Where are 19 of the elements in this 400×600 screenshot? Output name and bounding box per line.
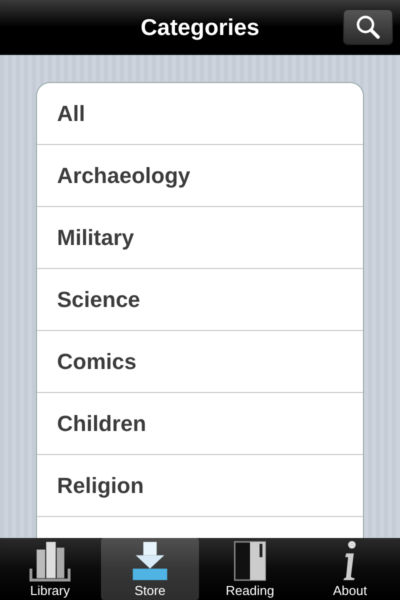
category-item[interactable]: Military	[37, 207, 363, 269]
category-item[interactable]: Science	[37, 269, 363, 331]
category-item[interactable]: Children	[37, 393, 363, 455]
search-button[interactable]	[343, 9, 393, 45]
tab-label: Store	[134, 583, 166, 598]
tab-label: About	[333, 583, 367, 598]
category-item[interactable]: Religion	[37, 455, 363, 517]
search-icon	[355, 14, 381, 40]
category-item[interactable]: Comics	[37, 331, 363, 393]
category-item[interactable]: All	[37, 83, 363, 145]
tab[interactable]: Store	[101, 538, 199, 600]
tab-label: Library	[30, 583, 70, 598]
nav-title: Categories	[140, 14, 260, 40]
tab-label: Reading	[226, 583, 274, 598]
tab[interactable]: Library	[1, 538, 99, 600]
category-item[interactable]: Archaeology	[37, 145, 363, 207]
tab[interactable]: Reading	[201, 538, 299, 600]
tab[interactable]: About	[301, 538, 399, 600]
book-icon	[232, 540, 268, 582]
